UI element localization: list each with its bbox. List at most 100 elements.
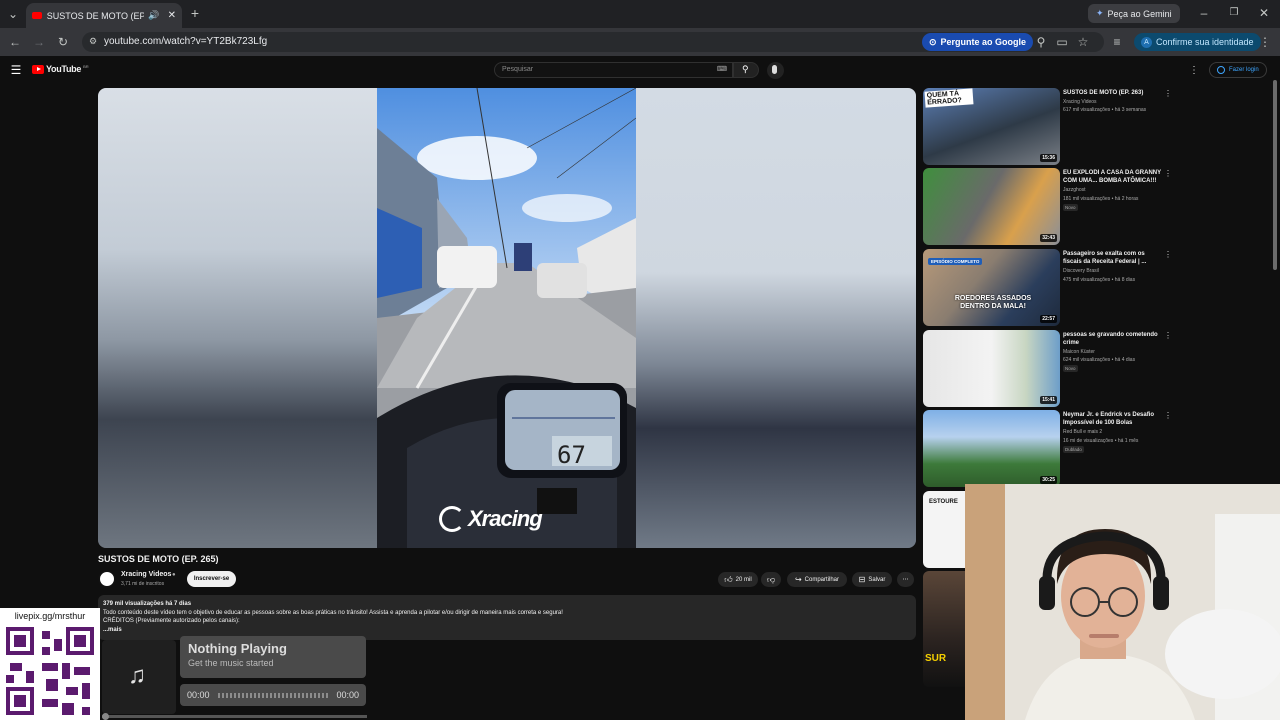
livepix-qr-panel: livepix.gg/mrsthur	[0, 608, 100, 720]
recommendation-title[interactable]: SUSTOS DE MOTO (EP. 263)	[1063, 89, 1163, 97]
lens-icon: ⊙	[929, 36, 937, 47]
blurred-backdrop-left	[98, 88, 378, 548]
recommendation-thumbnail[interactable]: 30:25	[923, 410, 1060, 487]
recommendation-more-icon[interactable]: ⋮	[1164, 169, 1172, 178]
browser-tab[interactable]: SUSTOS DE MOTO (EP. 265) 🔊 ✕	[26, 3, 182, 28]
recommendation-title[interactable]: Neymar Jr. e Endrick vs Desafio Impossív…	[1063, 411, 1163, 427]
gemini-button[interactable]: ✦ Peça ao Gemini	[1088, 4, 1180, 23]
thumbnail-overlay-text: ESTOURE	[929, 499, 958, 505]
keyboard-icon[interactable]: ⌨	[717, 65, 727, 73]
recommendation-title[interactable]: pessoas se gravando cometendo crime	[1063, 331, 1168, 347]
login-button[interactable]: Fazer login	[1209, 62, 1267, 78]
thumbs-up-icon: 👍︎	[724, 574, 733, 584]
recommendation-title[interactable]: Passageiro se exalta com os fiscais da R…	[1063, 250, 1163, 266]
zoom-icon[interactable]: ⚲	[1034, 35, 1048, 49]
recommendation-more-icon[interactable]: ⋮	[1164, 411, 1172, 420]
recommendation-more-icon[interactable]: ⋮	[1164, 331, 1172, 340]
minimize-icon[interactable]: –	[1197, 6, 1211, 20]
new-badge: Novo	[1063, 204, 1078, 211]
maximize-icon[interactable]: ❐	[1227, 6, 1241, 20]
recommendation-channel[interactable]: Xracing Videos	[1063, 98, 1173, 106]
recommendation-channel[interactable]: Jazzghost	[1063, 186, 1173, 194]
recommendation-channel[interactable]: Discovery Brasil	[1063, 267, 1173, 275]
audio-icon[interactable]: 🔊	[148, 10, 159, 21]
close-window-icon[interactable]: ✕	[1257, 6, 1271, 20]
music-progress-bar: 00:00 00:00	[180, 684, 366, 706]
share-button[interactable]: ↪ Compartilhar	[787, 572, 847, 587]
like-button[interactable]: 👍︎ 20 mil	[718, 572, 758, 587]
xracing-watermark: Xracing	[439, 506, 543, 532]
recommendation-thumbnail[interactable]: ESTOURE	[923, 491, 965, 568]
channel-name[interactable]: Xracing Videos	[121, 571, 171, 578]
music-subtitle: Get the music started	[188, 658, 274, 668]
streamer-webcam	[965, 484, 1280, 720]
more-horizontal-icon: ⋯	[902, 577, 909, 583]
dubbed-badge: Dublado	[1063, 446, 1084, 453]
thumbs-down-icon: 👎︎	[766, 574, 776, 584]
share-label: Compartilhar	[804, 576, 840, 583]
recommendation-thumbnail[interactable]: 32:43	[923, 168, 1060, 245]
recommendation-channel[interactable]: Maicon Küster	[1063, 348, 1173, 356]
bookmark-star-icon[interactable]: ☆	[1076, 35, 1090, 49]
search-input[interactable]: Pesquisar ⌨	[494, 62, 733, 78]
like-count: 20 mil	[735, 576, 752, 583]
search-button[interactable]: ⚲	[733, 62, 759, 78]
recommendation-more-icon[interactable]: ⋮	[1164, 89, 1172, 98]
youtube-wordmark: YouTube	[46, 64, 82, 74]
video-title: SUSTOS DE MOTO (EP. 265)	[98, 554, 219, 564]
recommendation-more-icon[interactable]: ⋮	[1164, 250, 1172, 259]
recommendation-thumbnail[interactable]: QUEM TÁ ERRADO? 15:36	[923, 88, 1060, 165]
recommendation-channel[interactable]: Red Bull e mais 2	[1063, 428, 1173, 436]
recommendation-meta: 617 mil visualizações • há 3 semanas	[1063, 107, 1147, 113]
video-player[interactable]: 67 Xracing	[98, 88, 916, 548]
site-info-icon[interactable]: ⚙	[89, 36, 97, 47]
recommendation-thumbnail[interactable]: EPISÓDIO COMPLETO ROEDORES ASSADOS DENTR…	[923, 249, 1060, 326]
recommendation-title[interactable]: EU EXPLODI A CASA DA GRANNY COM UMA... B…	[1063, 169, 1168, 185]
account-icon	[1217, 66, 1225, 74]
tab-search-icon[interactable]: ⌄	[6, 7, 20, 21]
media-controls-icon[interactable]: ≡	[1110, 35, 1124, 49]
now-playing-card: Nothing Playing Get the music started	[180, 636, 366, 678]
subscribe-button[interactable]: Inscrever-se	[187, 571, 236, 587]
music-title: Nothing Playing	[188, 641, 287, 656]
recommendation-meta: 16 mi de visualizações • há 1 mês	[1063, 438, 1139, 444]
duration-badge: 22:57	[1040, 315, 1057, 323]
voice-search-button[interactable]	[767, 62, 784, 79]
more-actions-button[interactable]: ⋯	[897, 572, 914, 587]
dislike-button[interactable]: 👎︎	[761, 572, 781, 587]
ask-google-button[interactable]: ⊙ Pergunte ao Google	[922, 33, 1034, 51]
youtube-logo[interactable]: YouTube BR	[32, 64, 89, 74]
video-description[interactable]: 379 mil visualizações há 7 dias Todo con…	[98, 595, 916, 640]
settings-more-icon[interactable]: ⋮	[1187, 64, 1201, 78]
thumbnail-overlay-text: QUEM TÁ ERRADO?	[924, 88, 974, 108]
channel-avatar[interactable]	[98, 570, 116, 588]
back-icon[interactable]: ←	[8, 35, 22, 49]
identity-button[interactable]: A Confirme sua identidade	[1134, 33, 1261, 51]
save-label: Salvar	[868, 576, 886, 583]
time-end: 00:00	[336, 690, 359, 700]
speedometer-reading: 67	[557, 441, 586, 469]
cast-icon[interactable]: ▭	[1055, 35, 1069, 49]
recommendation-meta: 624 mil visualizações • há 4 dias	[1063, 357, 1136, 363]
save-button[interactable]: ⊟ Salvar	[852, 572, 892, 587]
new-tab-icon[interactable]: +	[188, 6, 202, 20]
tab-title: SUSTOS DE MOTO (EP. 265)	[46, 10, 145, 21]
forward-icon[interactable]: →	[32, 35, 46, 49]
video-seek-bar[interactable]	[102, 713, 367, 720]
reload-icon[interactable]: ↻	[56, 35, 70, 49]
music-widget: ♫ Nothing Playing Get the music started …	[100, 636, 368, 720]
duration-badge: 32:43	[1040, 234, 1057, 242]
recommendation-thumbnail[interactable]: 15:41	[923, 330, 1060, 407]
page-scrollbar[interactable]	[1273, 80, 1277, 270]
new-badge: Novo	[1063, 365, 1078, 372]
description-more[interactable]: ...mais	[103, 626, 911, 635]
helmet-logo-icon	[439, 506, 465, 532]
time-start: 00:00	[187, 690, 210, 700]
tab-close-icon[interactable]: ✕	[168, 10, 176, 21]
recommendation-thumbnail[interactable]: SUR	[923, 571, 965, 687]
browser-menu-icon[interactable]: ⋮	[1258, 35, 1272, 49]
hamburger-menu-icon[interactable]: ☰	[9, 63, 23, 77]
qr-code-image	[6, 627, 94, 715]
seek-knob[interactable]	[102, 713, 109, 720]
microphone-icon	[772, 65, 777, 74]
